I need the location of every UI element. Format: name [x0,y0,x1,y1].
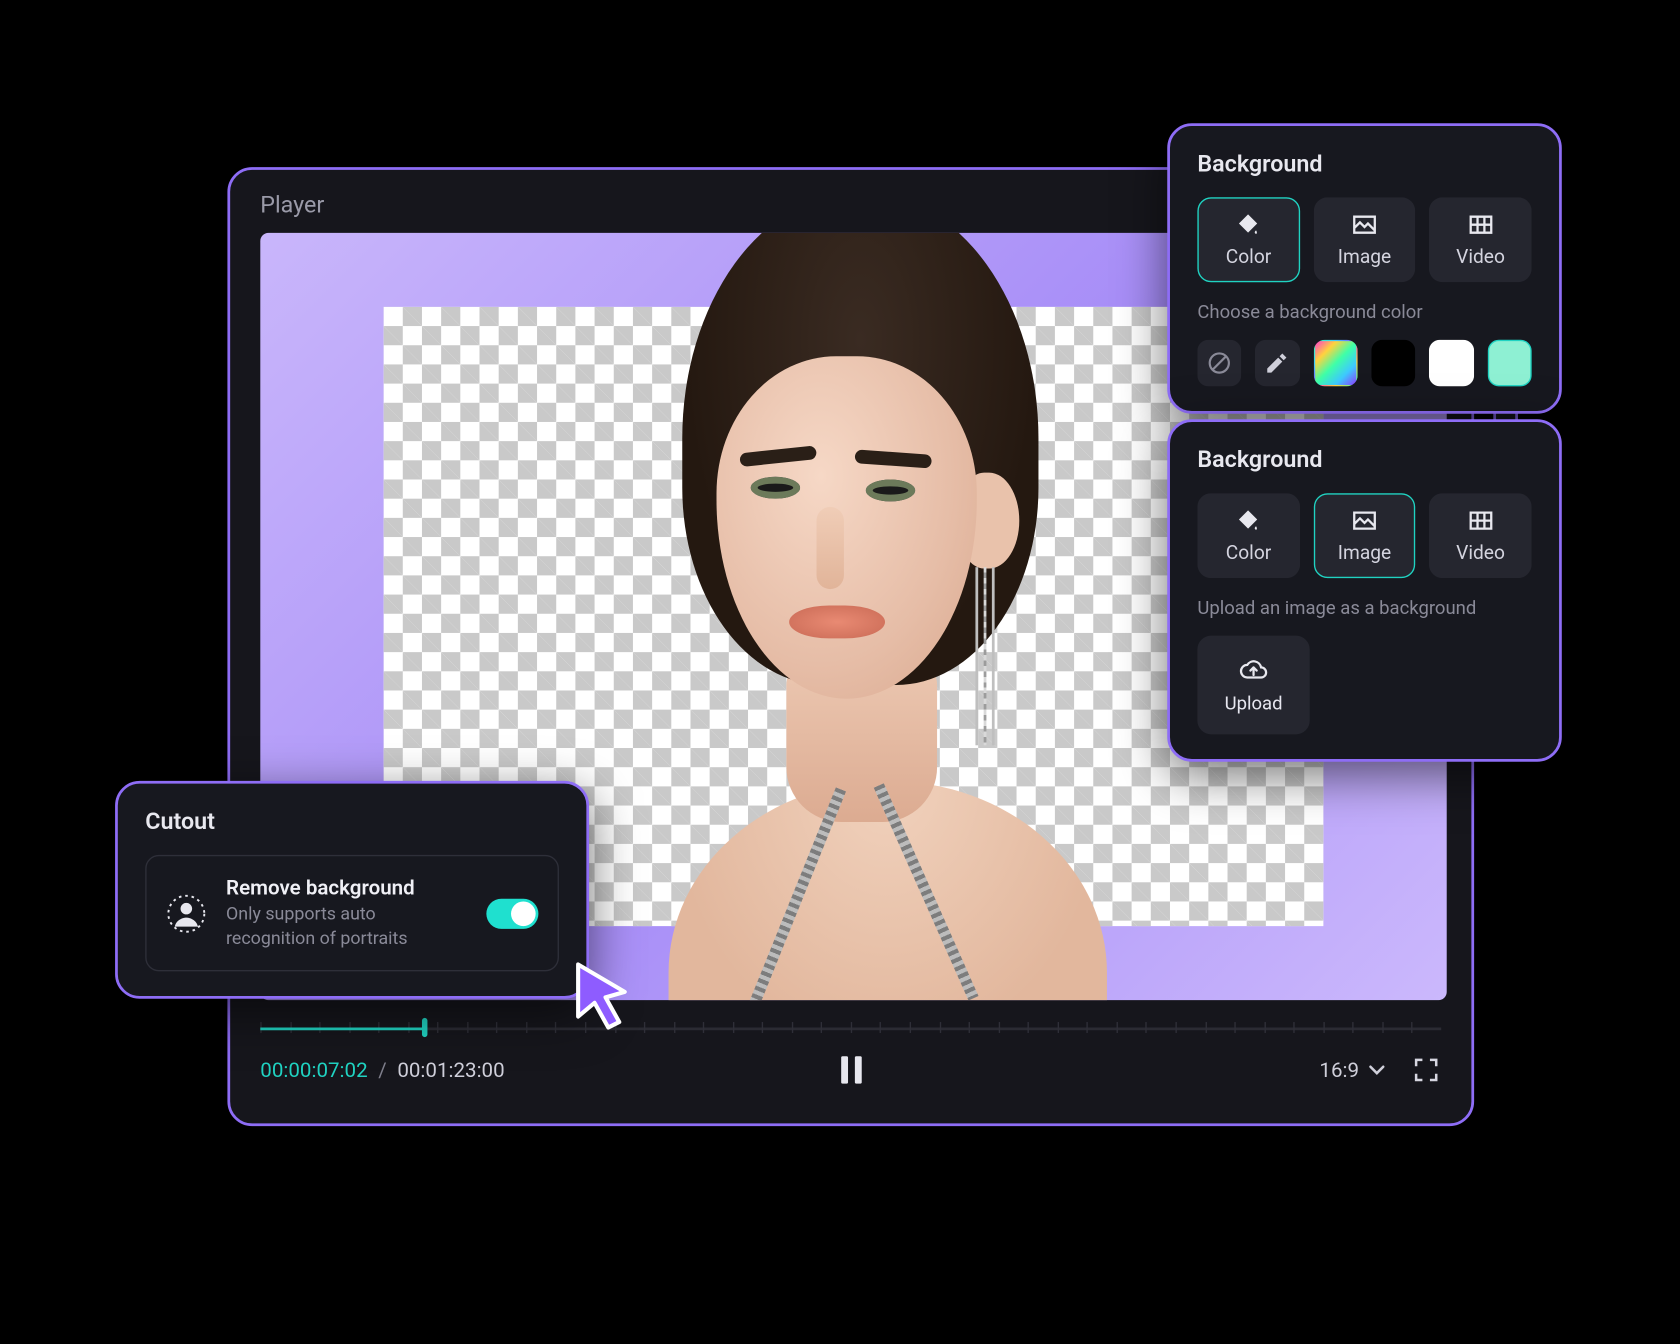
video-icon [1465,211,1495,238]
cutout-panel: Cutout Remove background Only supports a… [115,781,589,999]
cursor-icon [570,959,636,1033]
tab-video[interactable]: Video [1429,493,1531,578]
aspect-ratio-select[interactable]: 16:9 [1319,1058,1386,1083]
background-panel-color: Background Color Image Video Choose a ba… [1167,123,1562,413]
time-current: 00:00:07:02 [260,1058,367,1083]
eyedropper-swatch[interactable] [1255,340,1299,387]
cloud-upload-icon [1237,655,1270,685]
color-swatch-black[interactable] [1371,340,1415,387]
video-icon [1465,507,1495,534]
timeline[interactable] [260,1014,1441,1041]
remove-bg-toggle[interactable] [486,898,538,928]
remove-bg-subtitle: Only supports auto recognition of portra… [226,903,467,951]
image-icon [1349,507,1379,534]
chevron-down-icon [1367,1060,1386,1079]
upload-button[interactable]: Upload [1197,636,1309,735]
tab-image[interactable]: Image [1313,197,1415,282]
hint-text: Upload an image as a background [1197,597,1531,619]
none-icon [1207,351,1232,376]
color-swatch-white[interactable] [1429,340,1473,387]
fullscreen-button[interactable] [1411,1055,1441,1085]
no-color-swatch[interactable] [1197,340,1241,387]
tab-video[interactable]: Video [1429,197,1531,282]
panel-title: Cutout [145,808,559,835]
panel-title: Background [1197,151,1531,178]
hint-text: Choose a background color [1197,301,1531,323]
background-panel-image: Background Color Image Video Upload an i… [1167,419,1562,762]
paint-bucket-icon [1233,507,1263,534]
panel-title: Background [1197,447,1531,474]
tab-color[interactable]: Color [1197,493,1299,578]
tab-image[interactable]: Image [1313,493,1415,578]
playhead[interactable] [422,1018,427,1037]
color-picker-swatch[interactable] [1313,340,1357,387]
paint-bucket-icon [1233,211,1263,238]
remove-bg-row: Remove background Only supports auto rec… [145,855,559,972]
image-icon [1349,211,1379,238]
eyedropper-icon [1265,351,1290,376]
color-swatch-mint[interactable] [1487,340,1531,387]
time-display: 00:00:07:02 / 00:01:23:00 [260,1058,504,1083]
tab-color[interactable]: Color [1197,197,1299,282]
remove-bg-title: Remove background [226,875,467,900]
pause-button[interactable] [833,1052,869,1088]
time-total: 00:01:23:00 [397,1058,504,1083]
person-cutout-icon [166,893,207,934]
